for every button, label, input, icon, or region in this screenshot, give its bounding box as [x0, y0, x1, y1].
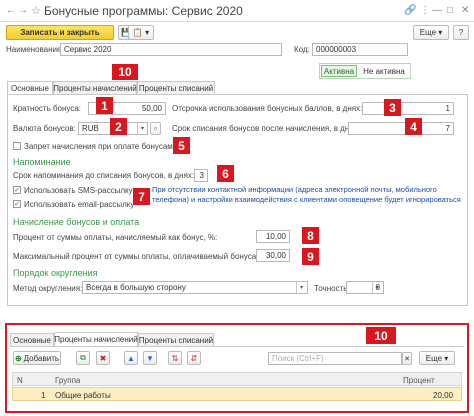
tab-main[interactable]: Основные	[7, 81, 53, 95]
name-label: Наименование:	[6, 45, 64, 54]
annotation-badge-4: 4	[405, 118, 422, 135]
bottom-tab-accrual-percents[interactable]: Проценты начислений	[54, 332, 138, 346]
forward-icon[interactable]: →	[18, 5, 28, 16]
print-dropdown-button[interactable]: 📋 ▾	[128, 25, 154, 40]
menu-icon[interactable]: ⋮	[420, 5, 430, 16]
bottom-more-button[interactable]: Еще ▾	[419, 351, 455, 365]
email-label: Использовать email-рассылку	[24, 200, 135, 209]
deferral-field[interactable]: 1	[362, 102, 454, 115]
search-input[interactable]: Поиск (Ctrl+F)	[268, 352, 402, 365]
annotation-badge-5: 5	[173, 137, 190, 154]
title-bar: ← → ☆ Бонусные программы: Сервис 2020 🔗 …	[0, 0, 474, 22]
percent-accrual-label: Процент от суммы оплаты, начисляемый как…	[13, 233, 218, 242]
annotation-badge-10-bottom: 10	[366, 327, 396, 344]
precision-label: Точность:	[314, 284, 350, 293]
percent-accrual-field[interactable]: 10,00	[256, 230, 290, 243]
maximize-icon[interactable]: □	[447, 5, 453, 16]
annotation-badge-1: 1	[96, 97, 113, 114]
name-field[interactable]: Сервис 2020	[60, 43, 282, 56]
row-percent-cell: 20,00	[433, 391, 454, 400]
multiplicity-label: Кратность бонуса:	[13, 104, 81, 113]
currency-open-icon[interactable]: ▫	[150, 122, 161, 135]
rounding-method-label: Метод округления:	[13, 284, 83, 293]
currency-label: Валюта бонусов:	[13, 124, 76, 133]
window-title: Бонусные программы: Сервис 2020	[44, 4, 243, 18]
annotation-badge-6: 6	[217, 165, 234, 182]
max-percent-label: Максимальный процент от суммы оплаты, оп…	[13, 252, 280, 261]
rounding-section-title: Порядок округления	[13, 268, 98, 278]
deferral-label: Отсрочка использования бонусных баллов, …	[172, 104, 363, 113]
help-button[interactable]: ?	[453, 25, 469, 40]
forbid-checkbox[interactable]	[13, 142, 21, 150]
copy-row-icon[interactable]: ⧉	[76, 351, 90, 365]
save-close-button[interactable]: Записать и закрыть	[6, 25, 114, 40]
table-row[interactable]: 1 Общие работы 20,00	[12, 387, 462, 401]
search-clear-icon[interactable]: ✕	[402, 352, 412, 365]
tab-accrual-percents[interactable]: Проценты начислений	[53, 81, 137, 94]
writeoff-field[interactable]: 7	[348, 122, 454, 135]
forbid-label: Запрет начисления при оплате бонусами	[24, 142, 178, 151]
sort-desc-icon[interactable]: ⇵	[187, 351, 201, 365]
annotation-badge-10-top: 10	[112, 64, 138, 80]
move-up-icon[interactable]: ▲	[124, 351, 138, 365]
row-group-cell: Общие работы	[55, 391, 111, 400]
rounding-method-select[interactable]: Всегда в большую сторону	[82, 281, 308, 294]
reminder-section-title: Напоминание	[13, 157, 71, 167]
link-icon[interactable]: 🔗	[404, 5, 416, 16]
contact-info-note: При отсутствии контактной информации (ад…	[152, 185, 461, 204]
row-n-cell: 1	[41, 391, 46, 400]
grid-header: N Группа Процент	[12, 372, 462, 386]
close-icon[interactable]: ✕	[461, 5, 469, 16]
column-percent[interactable]: Процент	[403, 376, 435, 385]
precision-dropdown-icon[interactable]: ▾	[372, 282, 382, 293]
code-label: Код:	[294, 45, 310, 54]
status-active-option[interactable]: Активна	[321, 65, 357, 77]
status-inactive-option[interactable]: Не активна	[360, 65, 408, 77]
column-n[interactable]: N	[17, 376, 23, 385]
sms-checkbox[interactable]: ✓	[13, 186, 21, 194]
add-icon: ⊕	[14, 353, 22, 363]
code-field[interactable]: 000000003	[312, 43, 408, 56]
currency-dropdown-icon[interactable]: ▾	[137, 123, 147, 134]
annotation-badge-8: 8	[302, 227, 319, 244]
sms-label: Использовать SMS-рассылку	[24, 186, 133, 195]
annotation-badge-3: 3	[384, 99, 401, 116]
favorite-star-icon[interactable]: ☆	[31, 4, 41, 17]
reminder-days-field[interactable]: 3	[194, 169, 208, 182]
add-row-label: Добавить	[23, 353, 60, 363]
bottom-tab-main[interactable]: Основные	[10, 333, 54, 346]
move-down-icon[interactable]: ▼	[143, 351, 157, 365]
minimize-icon[interactable]: —	[432, 5, 442, 16]
annotation-badge-7: 7	[133, 188, 150, 205]
sort-asc-icon[interactable]: ⇅	[168, 351, 182, 365]
reminder-label: Срок напоминания до списания бонусов, в …	[13, 171, 195, 180]
bottom-tab-writeoff-percents[interactable]: Проценты списаний	[138, 333, 214, 346]
email-checkbox[interactable]: ✓	[13, 200, 21, 208]
rounding-dropdown-icon[interactable]: ▾	[296, 282, 306, 293]
delete-row-icon[interactable]: ✖	[96, 351, 110, 365]
max-percent-field[interactable]: 30,00	[256, 249, 290, 262]
annotation-badge-2: 2	[110, 118, 127, 135]
tab-writeoff-percents[interactable]: Проценты списаний	[137, 81, 215, 94]
more-button[interactable]: Еще ▾	[413, 25, 449, 40]
writeoff-label: Срок списания бонусов после начисления, …	[172, 124, 360, 133]
column-group[interactable]: Группа	[55, 376, 80, 385]
bottom-tab-divider	[10, 346, 464, 347]
back-icon[interactable]: ←	[6, 5, 16, 16]
add-row-button[interactable]: ⊕ Добавить	[13, 351, 61, 365]
accrual-section-title: Начисление бонусов и оплата	[13, 217, 140, 227]
annotation-badge-9: 9	[302, 248, 319, 265]
